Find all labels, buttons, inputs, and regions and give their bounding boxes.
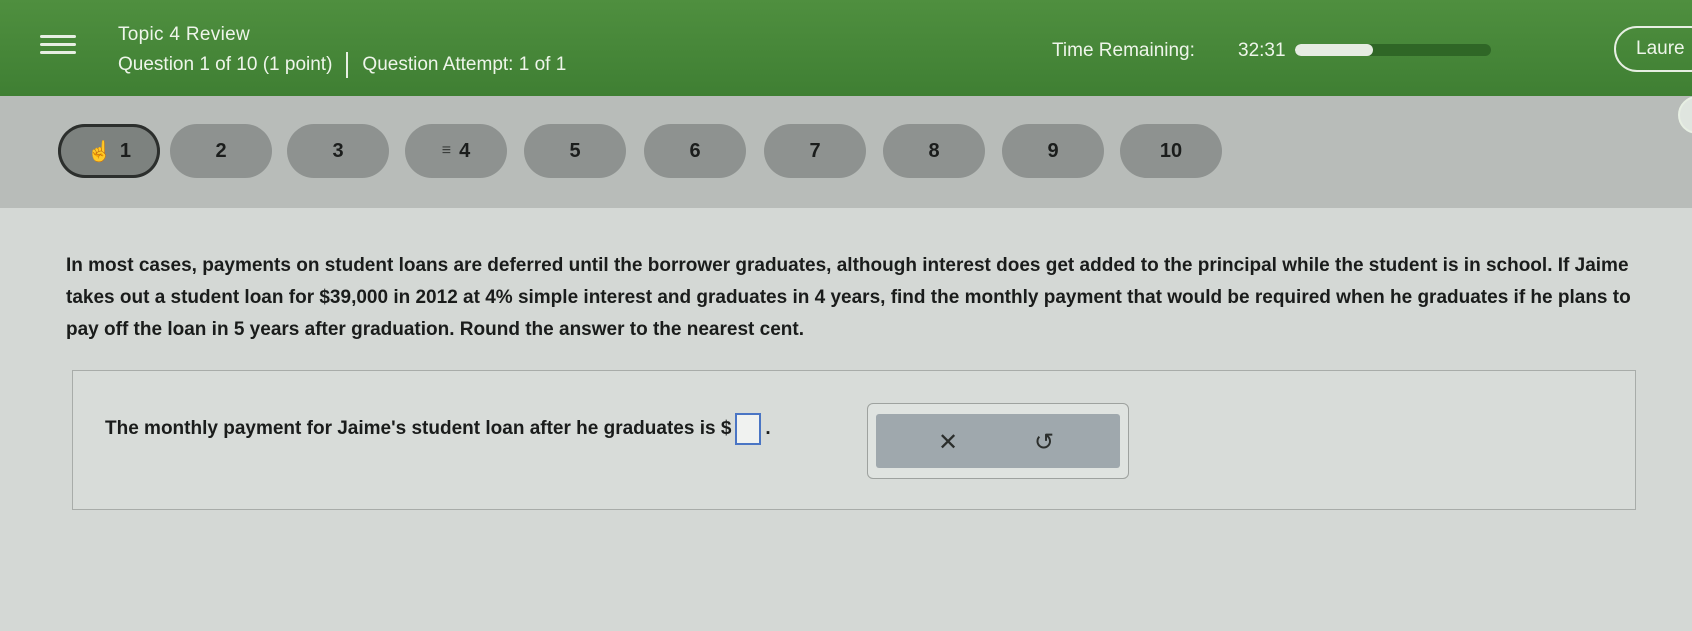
question-progress: Question 1 of 10 (1 point) (118, 54, 333, 75)
user-menu-button[interactable]: Laure (1614, 26, 1692, 72)
question-nav-button[interactable]: 3 (287, 124, 389, 178)
time-progress-bar (1295, 44, 1491, 56)
question-navigation: ☝ 1 2 3 ≡ 4 5 6 7 8 9 10 (0, 96, 1692, 208)
question-nav-label: 5 (569, 139, 581, 162)
question-nav-button[interactable]: 2 (170, 124, 272, 178)
answer-prompt: The monthly payment for Jaime's student … (105, 418, 732, 439)
question-nav-label: 2 (215, 139, 227, 162)
topic-title: Topic 4 Review (118, 24, 250, 45)
question-nav-button[interactable]: 5 (524, 124, 626, 178)
time-remaining-value: 32:31 (1238, 40, 1286, 61)
question-nav-label: 10 (1159, 139, 1183, 162)
clear-answer-button[interactable]: ✕ (928, 422, 968, 462)
question-nav-label: 6 (689, 139, 701, 162)
answer-actions: ✕ ↺ (867, 403, 1129, 479)
question-nav-button[interactable]: 6 (644, 124, 746, 178)
question-nav-button[interactable]: 10 (1120, 124, 1222, 178)
question-text: In most cases, payments on student loans… (66, 255, 1631, 340)
question-nav-label: 9 (1047, 139, 1059, 162)
pointer-hand-icon: ☝ (86, 140, 112, 163)
answer-sentence: The monthly payment for Jaime's student … (105, 413, 771, 445)
question-nav-button[interactable]: ≡ 4 (405, 124, 507, 178)
review-flag-icon: ≡ (441, 142, 452, 159)
time-remaining-label: Time Remaining: (1052, 40, 1195, 61)
question-nav-button[interactable]: ☝ 1 (58, 124, 160, 178)
question-nav-label: 8 (928, 139, 940, 162)
question-nav-button[interactable]: 8 (883, 124, 985, 178)
divider (346, 52, 349, 78)
question-nav-label: 1 (119, 139, 132, 162)
header-bar: Topic 4 Review Question 1 of 10 (1 point… (0, 0, 1692, 96)
question-content: In most cases, payments on student loans… (0, 208, 1692, 631)
answer-period: . (765, 418, 771, 439)
answer-area: The monthly payment for Jaime's student … (72, 370, 1636, 510)
answer-actions-bar: ✕ ↺ (876, 414, 1120, 468)
question-nav-button[interactable]: 9 (1002, 124, 1104, 178)
question-info: Question 1 of 10 (1 point) Question Atte… (118, 52, 566, 78)
question-nav-label: 3 (332, 139, 344, 162)
question-attempt: Question Attempt: 1 of 1 (362, 54, 567, 75)
question-nav-button[interactable]: 7 (764, 124, 866, 178)
question-nav-label: 4 (459, 139, 471, 162)
time-progress-fill (1295, 44, 1374, 56)
question-nav-label: 7 (809, 139, 821, 162)
undo-icon[interactable]: ↺ (1024, 422, 1064, 462)
menu-icon[interactable] (40, 30, 76, 60)
answer-input[interactable] (735, 413, 762, 445)
